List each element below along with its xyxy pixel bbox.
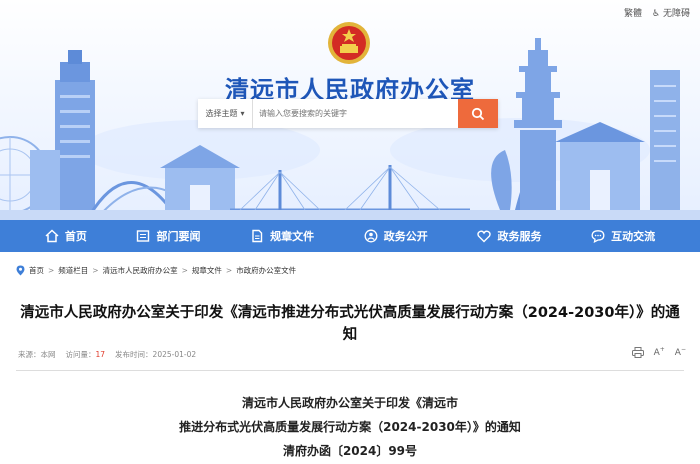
document-icon	[252, 229, 263, 243]
search-icon	[471, 107, 485, 120]
location-pin-icon	[16, 265, 25, 276]
person-icon	[364, 229, 378, 243]
breadcrumb-channel[interactable]: 频道栏目	[58, 265, 88, 276]
nav-item-gov-service[interactable]: 政务服务	[477, 228, 541, 244]
views-count: 17	[95, 350, 106, 359]
article-date: 发布时间：2025-01-02	[115, 350, 197, 359]
article-source: 来源：本网	[18, 350, 56, 359]
font-increase-icon[interactable]: A+	[654, 346, 665, 358]
doc-number: 清府办函〔2024〕99号	[282, 444, 418, 458]
breadcrumb-separator: >	[225, 266, 233, 275]
article-views: 访问量：17	[65, 350, 106, 359]
breadcrumb: 首页 > 频道栏目 > 清远市人民政府办公室 > 规章文件 > 市政府办公室文件	[16, 265, 296, 276]
divider	[16, 370, 684, 371]
nav-item-gov-open[interactable]: 政务公开	[364, 228, 428, 244]
breadcrumb-documents[interactable]: 规章文件	[192, 265, 222, 276]
breadcrumb-separator: >	[92, 266, 99, 275]
accessibility-link[interactable]: ♿ 无障碍	[652, 6, 690, 19]
breadcrumb-separator: >	[181, 266, 188, 275]
breadcrumb-office-files[interactable]: 市政府办公室文件	[236, 265, 296, 276]
article-meta: 来源：本网 访问量：17 发布时间：2025-01-02	[18, 349, 196, 360]
breadcrumb-separator: >	[48, 266, 55, 275]
breadcrumb-home[interactable]: 首页	[29, 265, 44, 276]
print-icon[interactable]	[631, 346, 644, 358]
article-title: 清远市人民政府办公室关于印发《清远市推进分布式光伏高质量发展行动方案（2024-…	[20, 305, 680, 343]
home-icon	[45, 229, 59, 243]
breadcrumb-office[interactable]: 清远市人民政府办公室	[103, 265, 178, 276]
search-input[interactable]	[253, 99, 458, 128]
national-emblem-icon	[328, 22, 370, 64]
header-banner: 繁體 ♿ 无障碍 清远市人民政府办公室 选择主题 ▾	[0, 0, 700, 220]
nav-item-documents[interactable]: 规章文件	[250, 228, 314, 244]
doc-heading-line-1: 清远市人民政府办公室关于印发《清远市	[241, 396, 458, 410]
nav-item-home[interactable]: 首页	[45, 228, 87, 244]
chat-icon	[591, 230, 605, 243]
traditional-chinese-link[interactable]: 繁體	[624, 6, 642, 19]
nav-item-news[interactable]: 部门要闻	[136, 228, 200, 244]
news-icon	[137, 230, 150, 242]
doc-heading-line-2: 推进分布式光伏高质量发展行动方案（2024-2030年）》的通知	[179, 420, 521, 434]
search-bar: 选择主题 ▾	[198, 99, 498, 128]
service-icon	[477, 230, 492, 243]
search-button[interactable]	[458, 99, 498, 128]
top-links: 繁體 ♿ 无障碍	[624, 6, 690, 19]
chevron-down-icon: ▾	[240, 109, 245, 118]
font-decrease-icon[interactable]: A−	[675, 346, 686, 358]
main-nav: 首页 部门要闻 规章文件 政务公开 政务服务 互动交流	[0, 220, 700, 252]
nav-item-interaction[interactable]: 互动交流	[591, 228, 655, 244]
article-tools: A+ A−	[631, 346, 686, 358]
accessibility-icon: ♿	[652, 9, 661, 19]
topic-select[interactable]: 选择主题 ▾	[198, 99, 253, 128]
